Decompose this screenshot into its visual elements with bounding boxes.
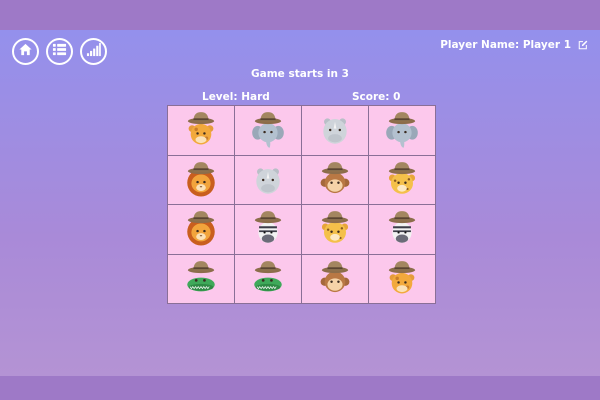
monkey-icon	[313, 158, 357, 202]
game-board	[167, 105, 436, 304]
bottom-bar	[0, 376, 600, 400]
player-name: Player Name: Player 1	[440, 39, 588, 51]
signal-bars-icon	[86, 42, 101, 61]
card-giraffe[interactable]	[369, 254, 435, 303]
player-name-label: Player Name: Player 1	[440, 39, 571, 51]
leopard-icon	[313, 207, 357, 251]
crocodile-icon	[179, 257, 223, 301]
level-label: Level: Hard	[202, 91, 270, 103]
zebra-icon	[246, 207, 290, 251]
card-lion[interactable]	[168, 205, 234, 254]
card-leopard[interactable]	[302, 205, 368, 254]
card-zebra[interactable]	[369, 205, 435, 254]
card-monkey[interactable]	[302, 155, 368, 204]
crocodile-icon	[246, 257, 290, 301]
lion-icon	[179, 207, 223, 251]
countdown-text: Game starts in 3	[251, 68, 349, 80]
edit-icon[interactable]	[578, 40, 588, 50]
elephant-icon	[380, 108, 424, 152]
monkey-icon	[313, 257, 357, 301]
stats-button[interactable]	[80, 38, 107, 65]
giraffe-icon	[380, 257, 424, 301]
home-icon	[18, 42, 33, 61]
card-rhino[interactable]	[235, 155, 301, 204]
rhino-icon	[246, 158, 290, 202]
card-lion[interactable]	[168, 155, 234, 204]
game-stage: Player Name: Player 1 Game starts in 3 L…	[0, 30, 600, 376]
lion-icon	[179, 158, 223, 202]
card-zebra[interactable]	[235, 205, 301, 254]
card-leopard[interactable]	[369, 155, 435, 204]
menu-button[interactable]	[46, 38, 73, 65]
card-elephant[interactable]	[235, 106, 301, 155]
card-monkey[interactable]	[302, 254, 368, 303]
leopard-icon	[380, 158, 424, 202]
score-label: Score: 0	[352, 91, 401, 103]
zebra-icon	[380, 207, 424, 251]
elephant-icon	[246, 108, 290, 152]
card-elephant[interactable]	[369, 106, 435, 155]
rhino-icon	[313, 108, 357, 152]
card-rhino[interactable]	[302, 106, 368, 155]
card-giraffe[interactable]	[168, 106, 234, 155]
list-icon	[52, 42, 67, 61]
home-button[interactable]	[12, 38, 39, 65]
card-crocodile[interactable]	[235, 254, 301, 303]
card-crocodile[interactable]	[168, 254, 234, 303]
giraffe-icon	[179, 108, 223, 152]
